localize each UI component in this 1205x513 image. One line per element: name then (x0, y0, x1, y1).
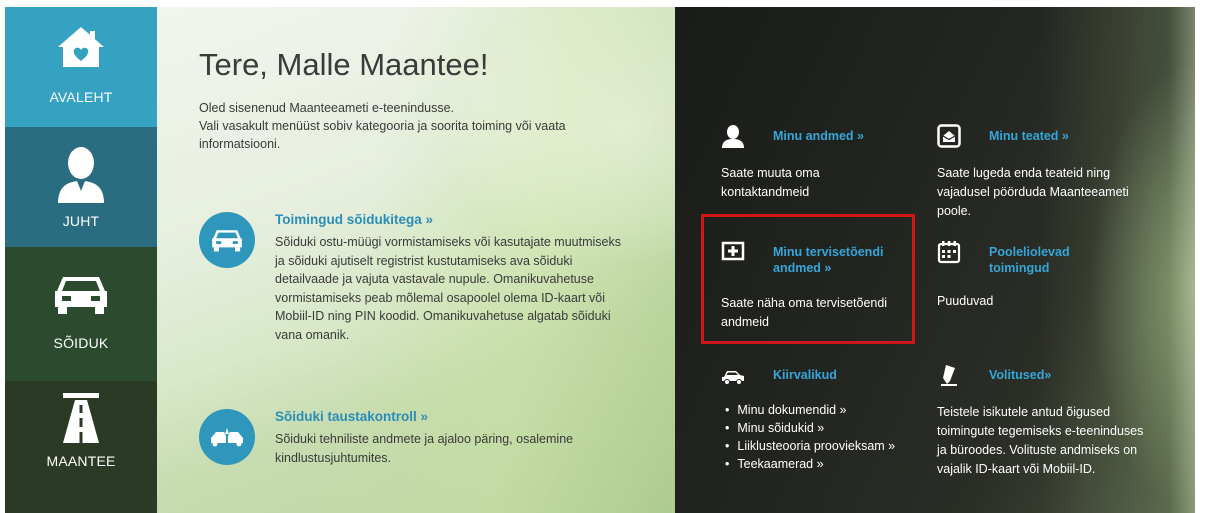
sidebar-item-label: JUHT (62, 213, 100, 229)
sidebar-item-avaleht[interactable]: AVALEHT (5, 7, 157, 127)
car-icon (212, 230, 242, 252)
block-my-messages: Minu teated » Saate lugeda enda teateid … (937, 124, 1157, 224)
pending-operations-link[interactable]: Pooleliolevad toimingud (989, 244, 1070, 276)
pending-title-line: Pooleliolevad (989, 245, 1070, 259)
car-icon (55, 277, 107, 314)
feature-description: Sõiduki ostu-müügi vormistamiseks või ka… (275, 235, 621, 342)
sidebar-item-label: SÕIDUK (53, 335, 109, 351)
quick-link-my-documents[interactable]: Minu dokumendid » (721, 401, 895, 419)
my-messages-link[interactable]: Minu teated » (989, 128, 1069, 144)
intro-line: Oled sisenenud Maanteeameti e-teeninduss… (199, 101, 455, 115)
quick-link-my-vehicles[interactable]: Minu sõidukid » (721, 419, 895, 437)
feature-description: Sõiduki tehniliste andmete ja ajaloo pär… (275, 432, 574, 465)
pen-icon (941, 365, 957, 386)
sidebar-item-juht[interactable]: JUHT (5, 127, 157, 247)
page-title: Tere, Malle Maantee! (199, 47, 489, 82)
quick-links-list: Minu dokumendid » Minu sõidukid » Liiklu… (721, 401, 895, 473)
quick-link-theory-exam[interactable]: Liiklusteooria proovieksam » (721, 437, 895, 455)
block-pending-operations: Pooleliolevad toimingud Puuduvad (937, 240, 1137, 310)
sidebar-item-label: AVALEHT (49, 89, 113, 105)
feature-link-background-check[interactable]: Sõiduki taustakontroll » (275, 409, 428, 424)
car-crash-icon (211, 428, 243, 447)
intro-text: Oled sisenenud Maanteeameti e-teeninduss… (199, 99, 649, 153)
person-icon (722, 125, 744, 148)
envelope-icon (937, 124, 961, 148)
pending-operations-text: Puuduvad (937, 294, 994, 308)
feature-icon-circle[interactable] (199, 409, 255, 465)
road-icon (63, 393, 99, 443)
calendar-icon (937, 241, 961, 264)
my-data-text: Saate muuta oma kontaktandmeid (721, 166, 820, 199)
block-quick-links: Kiirvalikud Minu dokumendid » Minu sõidu… (721, 363, 941, 483)
intro-line: Vali vasakult menüüst sobiv kategooria j… (199, 119, 566, 151)
sidebar-item-label: MAANTEE (46, 453, 116, 469)
welcome-panel: Tere, Malle Maantee! Oled sisenenud Maan… (157, 7, 675, 513)
authorizations-text: Teistele isikutele antud õigused toiming… (937, 405, 1144, 476)
pending-title-line: toimingud (989, 261, 1050, 275)
user-services-panel: Minu andmed » Saate muuta oma kontaktand… (675, 7, 1195, 513)
sidebar-item-maantee[interactable]: MAANTEE (5, 381, 157, 513)
page: AVALEHT JUHT SÕIDUK MAANTEE Tere, Malle … (5, 7, 1195, 513)
highlight-box (701, 214, 915, 344)
person-icon (58, 147, 104, 203)
block-my-data: Minu andmed » Saate muuta oma kontaktand… (721, 124, 911, 199)
my-data-link[interactable]: Minu andmed » (773, 128, 864, 144)
quick-links-title[interactable]: Kiirvalikud (773, 367, 837, 383)
sidebar-item-soiduk[interactable]: SÕIDUK (5, 247, 157, 381)
sidebar: AVALEHT JUHT SÕIDUK MAANTEE (5, 7, 157, 513)
authorizations-link[interactable]: Volitused» (989, 367, 1051, 383)
block-authorizations: Volitused» Teistele isikutele antud õigu… (937, 363, 1157, 503)
quick-link-road-cameras[interactable]: Teekaamerad » (721, 455, 895, 473)
car-icon (722, 371, 744, 385)
home-heart-icon (58, 27, 104, 67)
feature-link-vehicle-operations[interactable]: Toimingud sõidukitega » (275, 212, 433, 227)
feature-icon-circle[interactable] (199, 212, 255, 268)
my-messages-text: Saate lugeda enda teateid ning vajadusel… (937, 166, 1129, 218)
